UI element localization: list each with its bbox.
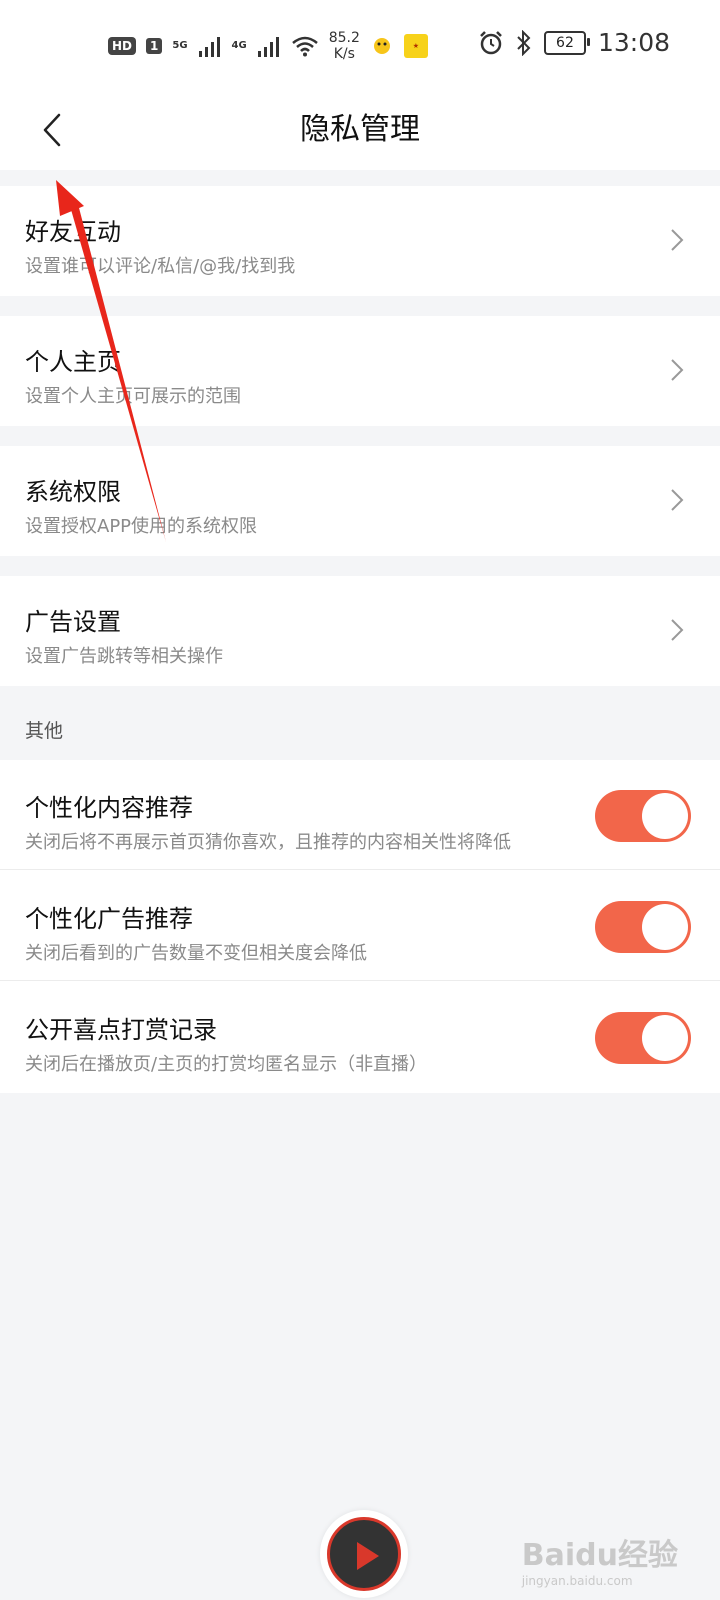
toggle-row-reward-records: 公开喜点打赏记录 关闭后在播放页/主页的打赏均匿名显示（非直播） <box>0 982 720 1092</box>
content-recommendation-toggle[interactable] <box>595 790 691 842</box>
floating-play-button[interactable] <box>320 1510 408 1598</box>
annotation-arrow <box>56 180 166 542</box>
toggle-knob <box>642 904 688 950</box>
divider <box>0 869 720 870</box>
toggle-knob <box>642 1015 688 1061</box>
divider <box>0 980 720 981</box>
play-icon <box>357 1542 379 1570</box>
toggle-knob <box>642 793 688 839</box>
watermark: Baidu经验 jingyan.baidu.com <box>522 1530 678 1588</box>
item-title: 个性化内容推荐 <box>25 794 193 822</box>
toggle-row-ad-recommendation: 个性化广告推荐 关闭后看到的广告数量不变但相关度会降低 <box>0 871 720 981</box>
item-subtitle: 关闭后看到的广告数量不变但相关度会降低 <box>25 943 367 964</box>
watermark-logo: Baidu经验 <box>521 1538 678 1573</box>
item-subtitle: 关闭后在播放页/主页的打赏均匿名显示（非直播） <box>25 1054 428 1075</box>
toggle-group: 个性化内容推荐 关闭后将不再展示首页猜你喜欢，且推荐的内容相关性将降低 个性化广… <box>0 760 720 1093</box>
reward-records-toggle[interactable] <box>595 1012 691 1064</box>
watermark-url: jingyan.baidu.com <box>521 1574 633 1588</box>
play-thumbnail <box>327 1517 401 1591</box>
item-subtitle: 设置广告跳转等相关操作 <box>25 646 223 667</box>
item-title: 个性化广告推荐 <box>25 905 193 933</box>
toggle-row-content-recommendation: 个性化内容推荐 关闭后将不再展示首页猜你喜欢，且推荐的内容相关性将降低 <box>0 760 720 870</box>
item-title: 广告设置 <box>25 608 121 636</box>
section-header-other: 其他 <box>25 720 64 742</box>
item-subtitle: 关闭后将不再展示首页猜你喜欢，且推荐的内容相关性将降低 <box>25 832 511 853</box>
item-title: 公开喜点打赏记录 <box>25 1016 217 1044</box>
ad-recommendation-toggle[interactable] <box>595 901 691 953</box>
chevron-right-icon <box>671 619 684 641</box>
